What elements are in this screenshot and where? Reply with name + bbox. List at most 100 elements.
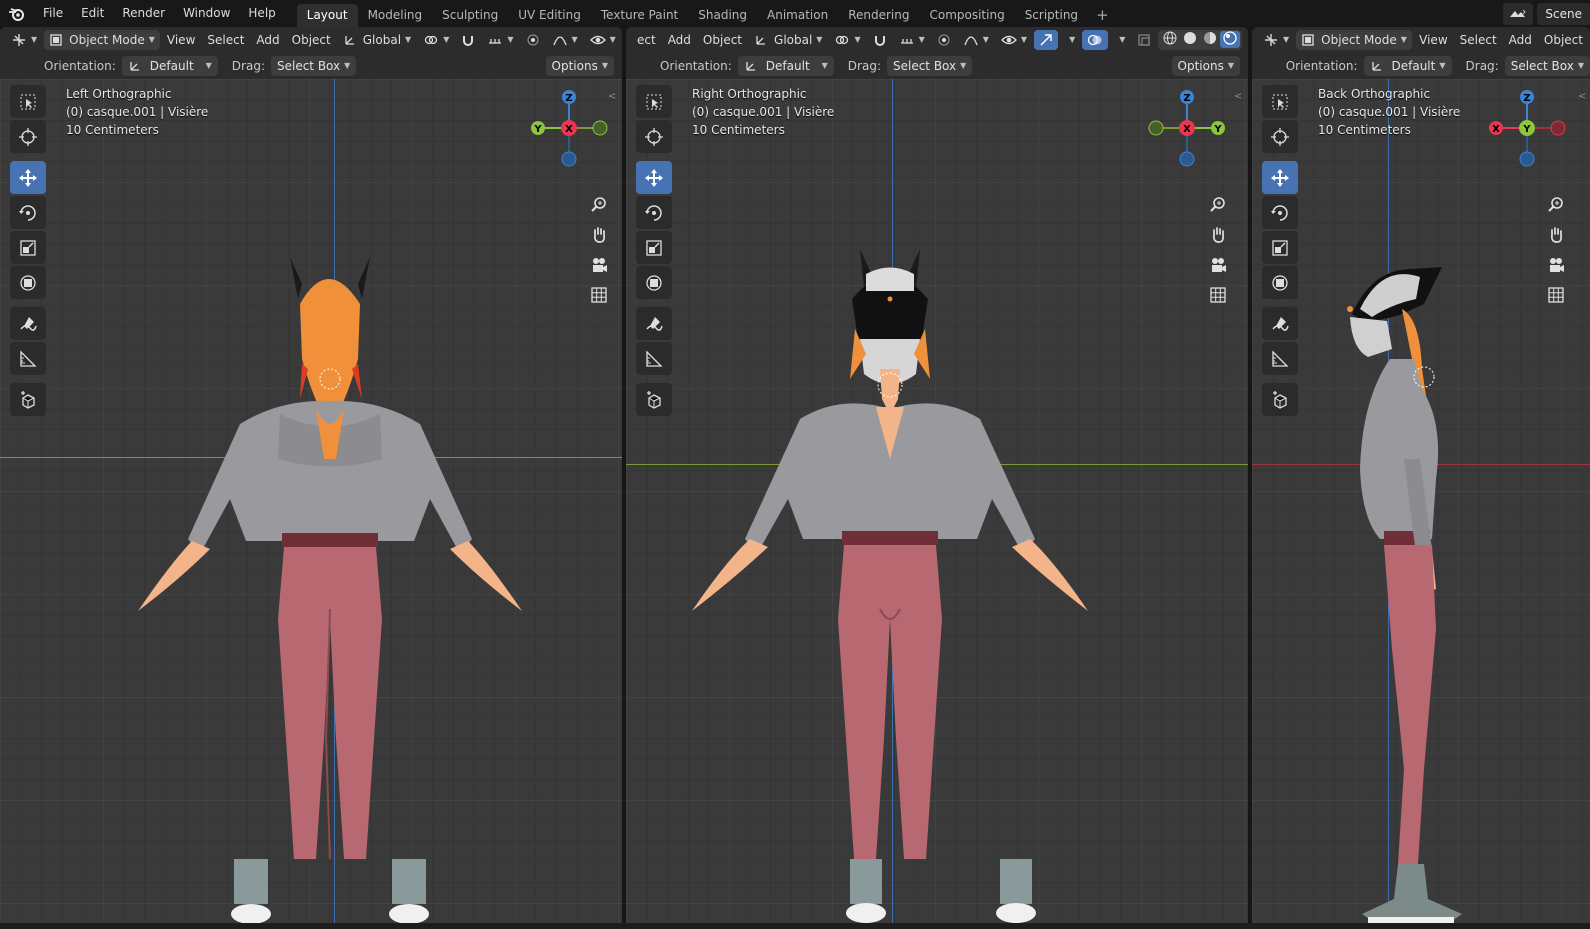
tool-rotate[interactable] bbox=[10, 196, 46, 229]
header-menu-object[interactable]: Object bbox=[1539, 30, 1588, 50]
menu-window[interactable]: Window bbox=[174, 0, 239, 27]
proportional-falloff-dropdown[interactable]: ▼ bbox=[547, 30, 583, 50]
snap-target-dropdown[interactable]: ▼ bbox=[894, 30, 930, 50]
drag-dropdown[interactable]: Select Box ▼ bbox=[270, 55, 357, 76]
tool-annotate[interactable] bbox=[10, 307, 46, 340]
tool-add-cube[interactable] bbox=[1262, 383, 1298, 416]
tab-texture-paint[interactable]: Texture Paint bbox=[591, 4, 688, 27]
tool-add-cube[interactable] bbox=[636, 383, 672, 416]
pan-button[interactable] bbox=[1204, 221, 1232, 249]
header-menu-select[interactable]: Select bbox=[1455, 30, 1502, 50]
tab-compositing[interactable]: Compositing bbox=[919, 4, 1014, 27]
tool-select-box[interactable] bbox=[1262, 85, 1298, 118]
sidebar-collapse-arrow[interactable]: < bbox=[608, 91, 616, 102]
sidebar-collapse-arrow[interactable]: < bbox=[1234, 91, 1242, 102]
tool-cursor[interactable] bbox=[10, 120, 46, 153]
shading-dropdown[interactable]: ▼ bbox=[1244, 30, 1248, 50]
mode-dropdown[interactable]: Object Mode ▼ bbox=[1296, 29, 1412, 50]
scene-browse-button[interactable] bbox=[1503, 2, 1534, 25]
header-menu-object-truncated[interactable]: ect bbox=[632, 30, 661, 50]
menu-edit[interactable]: Edit bbox=[72, 0, 113, 27]
snap-toggle[interactable] bbox=[868, 30, 892, 50]
xray-toggle[interactable] bbox=[1132, 30, 1156, 50]
drag-dropdown[interactable]: Select Box ▼ bbox=[1504, 55, 1590, 76]
character-model-side-view[interactable] bbox=[1332, 209, 1522, 923]
header-menu-object[interactable]: Object bbox=[287, 30, 336, 50]
tool-add-cube[interactable] bbox=[10, 383, 46, 416]
gizmo-dropdown[interactable]: ▼ bbox=[1060, 30, 1080, 50]
tool-scale[interactable] bbox=[10, 231, 46, 264]
tool-cursor[interactable] bbox=[1262, 120, 1298, 153]
options-dropdown[interactable]: Options ▼ bbox=[545, 55, 614, 76]
shading-rendered-button[interactable] bbox=[1220, 31, 1241, 48]
sidebar-collapse-arrow[interactable]: < bbox=[1578, 91, 1586, 102]
drag-dropdown[interactable]: Select Box ▼ bbox=[886, 55, 973, 76]
character-model-front-view[interactable] bbox=[690, 209, 1090, 923]
orientation-dropdown[interactable]: Default ▼ bbox=[737, 55, 834, 76]
tool-measure[interactable] bbox=[636, 342, 672, 375]
ortho-toggle-button[interactable] bbox=[1542, 281, 1570, 309]
tool-annotate[interactable] bbox=[1262, 307, 1298, 340]
tool-annotate[interactable] bbox=[636, 307, 672, 340]
snap-toggle[interactable] bbox=[456, 30, 480, 50]
camera-view-button[interactable] bbox=[1542, 251, 1570, 279]
header-menu-add[interactable]: Add bbox=[251, 30, 284, 50]
editor-type-button[interactable]: ▼ bbox=[1258, 30, 1294, 50]
tool-move[interactable] bbox=[10, 161, 46, 194]
visibility-dropdown[interactable]: ▼ bbox=[996, 30, 1032, 50]
pivot-point-dropdown[interactable]: ▼ bbox=[418, 30, 454, 50]
snap-target-dropdown[interactable]: ▼ bbox=[482, 30, 518, 50]
transform-orientation-dropdown[interactable]: Global ▼ bbox=[749, 30, 827, 50]
3d-viewport[interactable]: Left Orthographic (0) casque.001 | Visiè… bbox=[0, 79, 622, 923]
overlays-dropdown[interactable]: ▼ bbox=[1110, 30, 1130, 50]
tab-modeling[interactable]: Modeling bbox=[358, 4, 433, 27]
overlays-toggle[interactable] bbox=[1082, 29, 1109, 50]
tab-uv-editing[interactable]: UV Editing bbox=[508, 4, 591, 27]
header-menu-view[interactable]: View bbox=[1414, 30, 1452, 50]
tab-shading[interactable]: Shading bbox=[688, 4, 757, 27]
tool-measure[interactable] bbox=[10, 342, 46, 375]
shading-material-button[interactable] bbox=[1200, 31, 1220, 48]
editor-type-button[interactable]: ▼ bbox=[6, 30, 42, 50]
options-dropdown[interactable]: Options ▼ bbox=[1171, 55, 1240, 76]
tab-layout[interactable]: Layout bbox=[296, 4, 358, 27]
tab-scripting[interactable]: Scripting bbox=[1015, 4, 1088, 27]
gizmo-toggle[interactable] bbox=[1034, 29, 1059, 50]
tool-rotate[interactable] bbox=[636, 196, 672, 229]
proportional-falloff-dropdown[interactable]: ▼ bbox=[958, 30, 994, 50]
proportional-edit-toggle[interactable] bbox=[521, 30, 545, 50]
header-menu-select[interactable]: Select bbox=[202, 30, 249, 50]
blender-logo-icon[interactable] bbox=[0, 0, 34, 27]
camera-view-button[interactable] bbox=[585, 251, 613, 279]
pivot-point-dropdown[interactable]: ▼ bbox=[829, 30, 865, 50]
tool-select-box[interactable] bbox=[10, 85, 46, 118]
3d-viewport[interactable]: Right Orthographic (0) casque.001 | Visi… bbox=[626, 79, 1248, 923]
navigation-gizmo[interactable]: Z Y X bbox=[1142, 83, 1232, 173]
zoom-button[interactable] bbox=[1204, 191, 1232, 219]
ortho-toggle-button[interactable] bbox=[1204, 281, 1232, 309]
orientation-dropdown[interactable]: Default ▼ bbox=[121, 55, 218, 76]
tool-rotate[interactable] bbox=[1262, 196, 1298, 229]
tab-rendering[interactable]: Rendering bbox=[838, 4, 919, 27]
add-workspace-button[interactable]: + bbox=[1088, 4, 1117, 27]
tool-move[interactable] bbox=[1262, 161, 1298, 194]
pan-button[interactable] bbox=[585, 221, 613, 249]
tool-select-box[interactable] bbox=[636, 85, 672, 118]
navigation-gizmo[interactable]: Z Y X bbox=[524, 83, 614, 173]
header-menu-add[interactable]: Add bbox=[663, 30, 696, 50]
zoom-button[interactable] bbox=[1542, 191, 1570, 219]
zoom-button[interactable] bbox=[585, 191, 613, 219]
header-menu-object[interactable]: Object bbox=[698, 30, 747, 50]
tool-cursor[interactable] bbox=[636, 120, 672, 153]
proportional-edit-toggle[interactable] bbox=[932, 30, 956, 50]
tool-scale[interactable] bbox=[1262, 231, 1298, 264]
header-menu-view[interactable]: View bbox=[162, 30, 200, 50]
tool-move[interactable] bbox=[636, 161, 672, 194]
camera-view-button[interactable] bbox=[1204, 251, 1232, 279]
scene-name[interactable]: Scene bbox=[1537, 2, 1590, 25]
tool-scale[interactable] bbox=[636, 231, 672, 264]
tab-animation[interactable]: Animation bbox=[757, 4, 838, 27]
character-model-back-view[interactable] bbox=[130, 219, 530, 923]
pan-button[interactable] bbox=[1542, 221, 1570, 249]
tool-transform[interactable] bbox=[1262, 266, 1298, 299]
